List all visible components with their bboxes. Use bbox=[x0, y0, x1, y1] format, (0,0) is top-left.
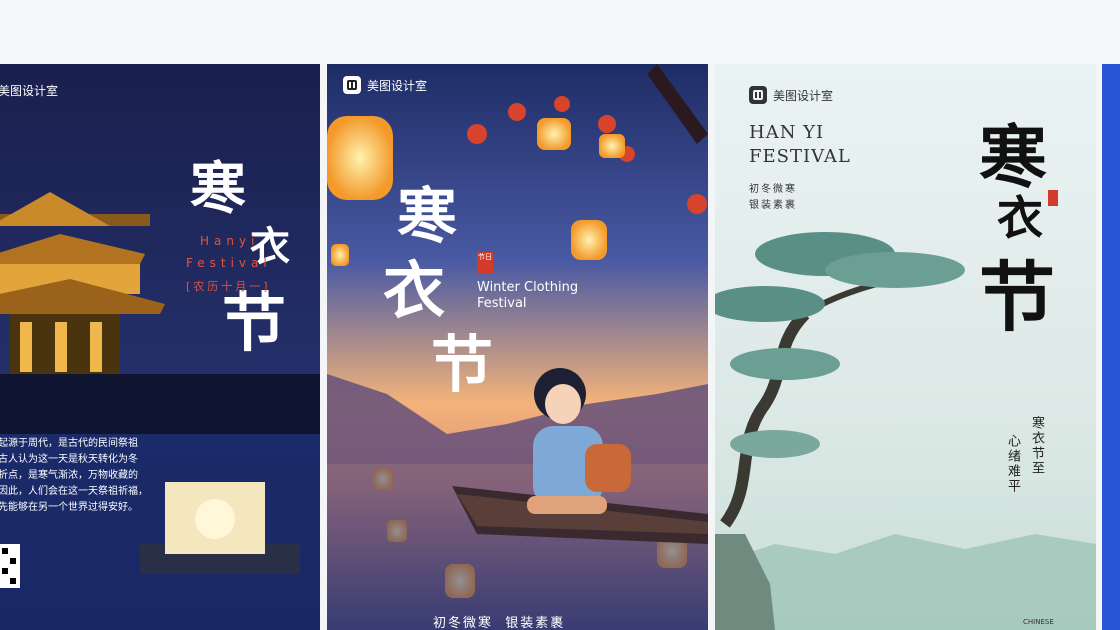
brand-text: 美图设计室 bbox=[773, 88, 834, 103]
brand-text: 美图设计室 bbox=[367, 78, 428, 93]
poem-column: 心绪难平 bbox=[1005, 434, 1020, 494]
poster-title-char: 节 bbox=[979, 253, 1055, 342]
poster-en-line: Hanyi bbox=[200, 234, 260, 248]
body-line: 先能够在另一个世界过得安好。 bbox=[0, 502, 138, 513]
poster-en-line: Festival bbox=[477, 296, 527, 311]
top-bar bbox=[0, 0, 1120, 64]
poster-cn-line: 初冬微寒 bbox=[749, 184, 797, 195]
card-2-illustration bbox=[327, 64, 708, 630]
brand-logo: 美图设计室 bbox=[0, 82, 58, 99]
poster-title-char: 寒 bbox=[190, 156, 246, 222]
red-seal: 节日 bbox=[477, 252, 493, 274]
brand-icon bbox=[749, 86, 767, 104]
poster-en-line: Winter Clothing bbox=[477, 280, 579, 295]
poster-en-line: Festival bbox=[186, 256, 272, 270]
poster-date-label: [农历十月一] bbox=[186, 280, 271, 293]
body-line: 起源于周代，是古代的民间祭祖 bbox=[0, 438, 138, 449]
template-card-4[interactable] bbox=[1102, 64, 1120, 630]
body-line: 古人认为这一天是秋天转化为冬 bbox=[0, 454, 138, 465]
poster-en-line: HAN YI bbox=[749, 122, 825, 143]
template-card-3[interactable]: 美图设计室 HAN YI FESTIVAL 初冬微寒 银装素裹 寒 衣 节 寒衣… bbox=[715, 64, 1096, 630]
brand-logo: 美图设计室 bbox=[343, 76, 427, 94]
poster-cn-line: 银装素裹 bbox=[749, 200, 797, 211]
red-seal bbox=[1048, 190, 1058, 206]
brand-text: 美图设计室 bbox=[0, 84, 59, 98]
body-line: 因此，人们会在这一天祭祖祈福， bbox=[0, 486, 148, 497]
brand-logo: 美图设计室 bbox=[749, 86, 833, 104]
body-line: 折点，是寒气渐浓，万物收藏的 bbox=[0, 470, 138, 481]
poster-bottom-slogan: 初冬微寒 银装素裹 bbox=[433, 616, 566, 630]
poem-column: 寒衣节至 bbox=[1029, 416, 1044, 476]
poster-en-line: FESTIVAL bbox=[749, 146, 851, 167]
poster-title-char: 节 bbox=[431, 328, 494, 401]
template-card-1[interactable]: 美图设计室 寒 衣 节 Hanyi Festival [农历十月一] 起源于周代… bbox=[0, 64, 320, 630]
brand-icon bbox=[343, 76, 361, 94]
poster-footer-text: CHINESE bbox=[1023, 618, 1054, 626]
template-card-2[interactable]: 美图设计室 寒 衣 节 节日 Winter Clothing Festival … bbox=[327, 64, 708, 630]
poster-body-text: 起源于周代，是古代的民间祭祖 古人认为这一天是秋天转化为冬 折点，是寒气渐浓，万… bbox=[0, 436, 158, 516]
